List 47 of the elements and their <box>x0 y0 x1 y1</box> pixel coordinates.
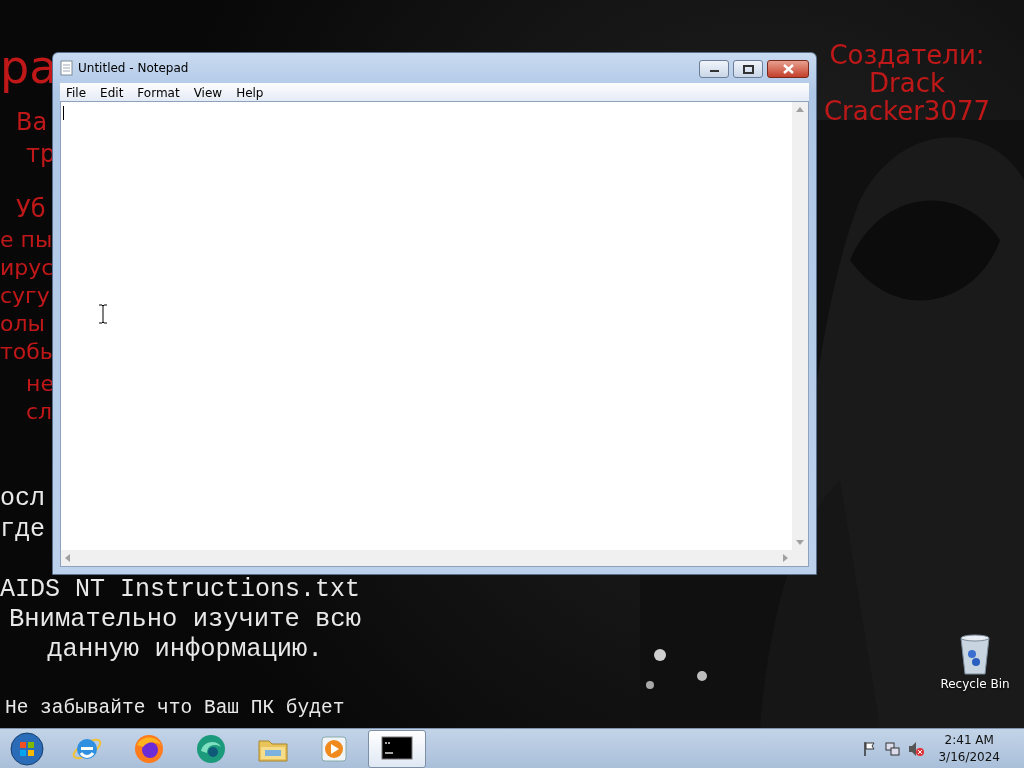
flag-icon[interactable] <box>863 740 876 757</box>
notepad-icon <box>60 60 73 76</box>
instruction-text: данную информацию. <box>47 637 323 663</box>
wallpaper-text: не <box>26 373 54 395</box>
horizontal-scrollbar[interactable] <box>61 550 792 566</box>
muted-speaker-icon[interactable] <box>908 740 925 757</box>
scroll-up-icon <box>796 107 804 112</box>
clock-date[interactable]: 3/16/2024 <box>938 748 1000 766</box>
clock-time[interactable]: 2:41 AM <box>938 731 1000 749</box>
scroll-right-icon <box>783 554 788 562</box>
minimize-button[interactable] <box>699 60 729 78</box>
wallpaper-text: осл <box>0 486 45 511</box>
close-icon <box>782 64 794 74</box>
credits-text: Создатели: <box>829 42 985 68</box>
windows-logo-icon <box>10 731 44 766</box>
network-icon[interactable] <box>885 741 901 756</box>
menu-item[interactable]: Edit <box>94 83 132 101</box>
vertical-scrollbar[interactable] <box>792 102 808 550</box>
menu-item[interactable]: Help <box>230 83 272 101</box>
wallpaper-text: сл <box>26 401 53 423</box>
swirl-icon <box>195 732 227 765</box>
maximize-icon <box>742 64 754 74</box>
desktop-icon-label[interactable]: Recycle Bin <box>940 678 1010 690</box>
credits-text: Cracker3077 <box>823 98 991 124</box>
text-caret <box>63 106 64 120</box>
wallpaper-text: Уб <box>16 197 46 221</box>
instruction-text: Внимательно изучите всю <box>9 607 361 633</box>
instruction-text: Не забывайте что Ваш ПК будет <box>5 699 345 719</box>
wallpaper-text: е пы <box>0 229 53 251</box>
menu-item[interactable]: Format <box>131 83 188 101</box>
wallpaper-text: олы <box>0 313 45 335</box>
close-button[interactable] <box>767 60 809 78</box>
taskbar-button[interactable] <box>368 729 426 768</box>
window-title: Untitled - Notepad <box>78 60 190 77</box>
wallpaper-text: Ва <box>16 110 48 134</box>
flame-globe-icon <box>133 732 165 765</box>
maximize-button[interactable] <box>733 60 763 78</box>
wallpaper-text: где <box>0 517 45 542</box>
credits-text: Drack <box>869 70 945 96</box>
instruction-text: AIDS NT Instructions.txt <box>0 577 361 602</box>
menu-item[interactable]: File <box>60 83 95 101</box>
text-cursor-icon <box>98 304 108 324</box>
scroll-down-icon <box>796 540 804 545</box>
wallpaper-text: ирус <box>0 257 54 279</box>
scroll-left-icon <box>65 554 70 562</box>
menu-item[interactable]: View <box>187 83 231 101</box>
wallpaper-text: сугу <box>0 285 50 307</box>
